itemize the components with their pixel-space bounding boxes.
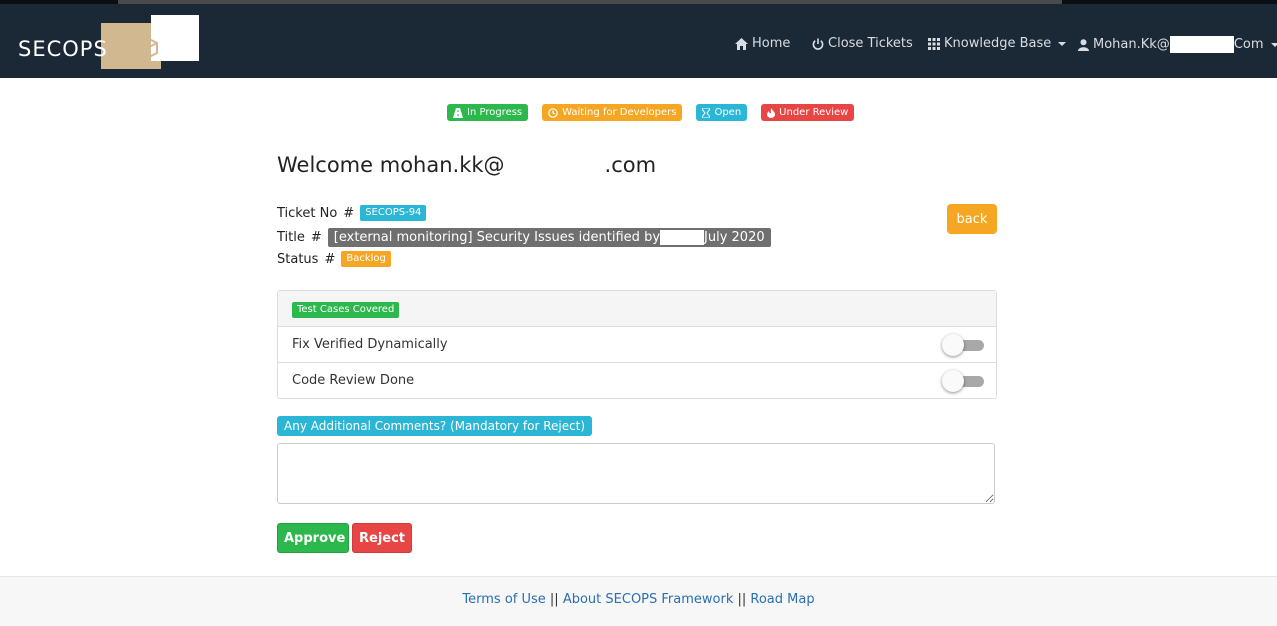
chevron-down-icon xyxy=(1270,42,1277,47)
clock-icon xyxy=(548,107,558,118)
legend-label: Under Review xyxy=(779,107,849,118)
legend-label: Waiting for Developers xyxy=(562,107,677,118)
hourglass-icon xyxy=(702,107,711,118)
welcome-suffix: .com xyxy=(604,153,657,177)
ticket-no-label: Ticket No xyxy=(277,205,338,221)
ticket-no-badge: SECOPS-94 xyxy=(360,205,427,221)
ticket-title-label: Title xyxy=(277,230,305,245)
ticket-status-row: Status # Backlog xyxy=(277,251,391,267)
footer-separator: || xyxy=(737,592,747,607)
ticket-title-part2: July 2020 xyxy=(704,230,765,245)
checklist-panel: Test Cases Covered Fix Verified Dynamica… xyxy=(277,290,997,399)
home-icon xyxy=(735,37,748,50)
ticket-title-row: Title # [external monitoring] Security I… xyxy=(277,228,771,247)
terms-of-use-link[interactable]: Terms of Use xyxy=(462,592,545,607)
hash-symbol: # xyxy=(310,230,322,245)
legend-label: Open xyxy=(714,107,742,118)
hash-symbol: # xyxy=(324,251,336,267)
legend-waiting-for-developers: Waiting for Developers xyxy=(542,104,683,121)
legend-label: In Progress xyxy=(467,107,523,118)
ticket-title-badge: [external monitoring] Security Issues id… xyxy=(327,228,771,247)
footer-separator: || xyxy=(549,592,559,607)
welcome-prefix: Welcome mohan.kk@ xyxy=(277,153,505,177)
test-cases-covered-badge: Test Cases Covered xyxy=(292,302,400,318)
footer: Terms of Use || About SECOPS Framework |… xyxy=(0,576,1277,626)
status-legend: In Progress Waiting for Developers Open … xyxy=(447,104,855,121)
legend-open: Open xyxy=(696,104,748,121)
power-icon xyxy=(812,38,824,50)
approve-button[interactable]: Approve xyxy=(277,523,349,553)
nav-home-label: Home xyxy=(752,36,791,51)
road-map-link[interactable]: Road Map xyxy=(750,592,814,607)
ticket-status-badge: Backlog xyxy=(341,251,391,267)
reject-button[interactable]: Reject xyxy=(352,523,412,553)
redacted-block xyxy=(504,154,605,178)
comments-textarea[interactable] xyxy=(277,443,995,504)
redacted-block xyxy=(1169,36,1234,53)
legend-under-review: Under Review xyxy=(761,104,855,121)
nav-knowledge-base[interactable]: Knowledge Base xyxy=(928,36,1067,51)
nav-close-tickets-label: Close Tickets xyxy=(828,36,913,51)
cube-icon xyxy=(140,37,158,59)
user-name-prefix: Mohan.Kk@ xyxy=(1093,37,1170,52)
nav-knowledge-base-label: Knowledge Base xyxy=(944,36,1052,51)
fire-icon xyxy=(767,107,776,118)
welcome-heading: Welcome mohan.kk@ .com xyxy=(277,153,656,178)
nav-close-tickets[interactable]: Close Tickets xyxy=(812,36,913,51)
chevron-down-icon xyxy=(1058,41,1067,46)
checklist-item-code-review: Code Review Done xyxy=(278,363,996,398)
hash-symbol: # xyxy=(343,205,355,221)
comments-label: Any Additional Comments? (Mandatory for … xyxy=(277,416,593,436)
navbar: SECOPS Home Close Tickets Knowledge Base… xyxy=(0,4,1277,78)
legend-in-progress: In Progress xyxy=(447,104,529,121)
ticket-status-label: Status xyxy=(277,251,319,267)
logo-text: SECOPS xyxy=(18,37,108,61)
redacted-block xyxy=(660,230,705,245)
grid-icon xyxy=(928,37,940,50)
code-review-toggle[interactable] xyxy=(942,370,984,392)
checklist-item-fix-verified: Fix Verified Dynamically xyxy=(278,327,996,363)
nav-user-menu[interactable]: Mohan.Kk@ Com xyxy=(1078,36,1277,53)
secops-logo[interactable]: SECOPS xyxy=(18,15,199,75)
about-secops-link[interactable]: About SECOPS Framework xyxy=(563,592,734,607)
nav-home[interactable]: Home xyxy=(735,36,790,51)
checklist-item-label: Code Review Done xyxy=(292,373,415,388)
checklist-item-label: Fix Verified Dynamically xyxy=(292,337,448,352)
user-icon xyxy=(1078,38,1089,51)
ticket-title-part1: [external monitoring] Security Issues id… xyxy=(333,230,661,245)
road-icon xyxy=(453,107,463,118)
back-button[interactable]: back xyxy=(947,204,997,234)
user-name-suffix: Com xyxy=(1233,37,1264,52)
fix-verified-toggle[interactable] xyxy=(942,334,984,356)
footer-links: Terms of Use || About SECOPS Framework |… xyxy=(0,592,1277,607)
ticket-number-row: Ticket No # SECOPS-94 xyxy=(277,205,427,221)
checklist-header: Test Cases Covered xyxy=(278,291,996,327)
